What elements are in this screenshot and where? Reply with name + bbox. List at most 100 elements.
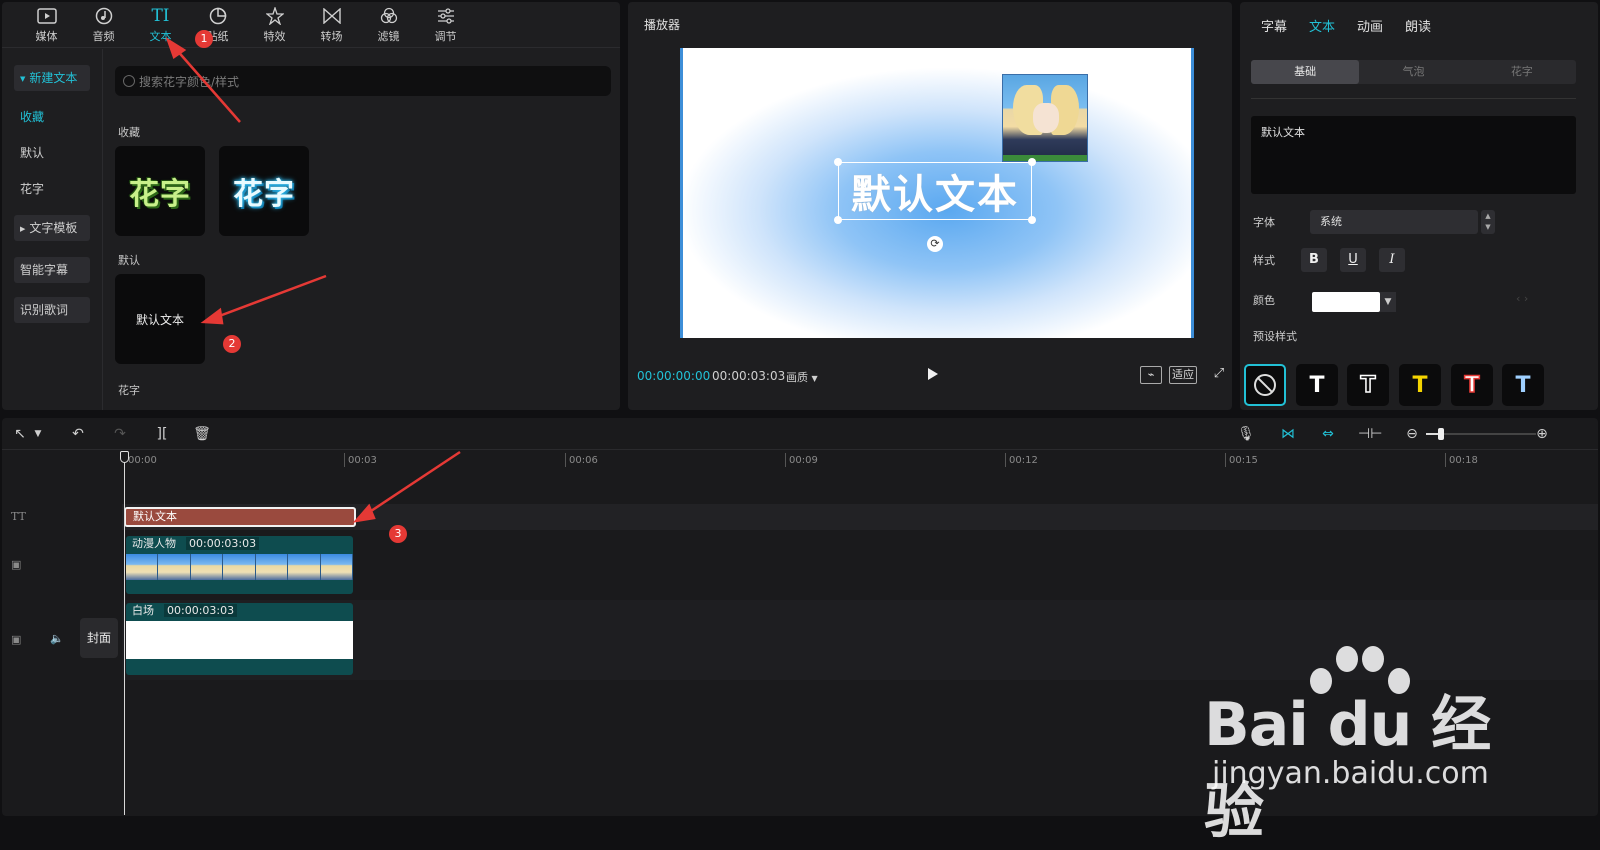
filter-icon	[378, 6, 400, 26]
bold-button[interactable]: B	[1301, 248, 1327, 272]
preset-none[interactable]	[1244, 364, 1286, 406]
tab-text-props[interactable]: 文本	[1298, 2, 1346, 46]
resize-handle[interactable]	[1028, 158, 1036, 166]
zoom-out-icon[interactable]: ⊖	[1402, 424, 1422, 444]
resize-handle[interactable]	[834, 158, 842, 166]
cursor-icon[interactable]: ↖	[10, 424, 30, 444]
font-stepper[interactable]: ▲ ▼	[1481, 210, 1495, 234]
sidebar-item-lyrics[interactable]: 识别歌词	[14, 297, 90, 323]
zoom-slider-handle[interactable]	[1438, 428, 1444, 440]
preview-canvas[interactable]: 默认文本 ⟳	[680, 48, 1194, 338]
nav-arrows-icon: ‹ ›	[1516, 292, 1529, 305]
time-ruler[interactable]: 00:00 00:03 00:06 00:09 00:12 00:15 00:1…	[2, 451, 1598, 471]
zoom-slider[interactable]	[1426, 428, 1536, 440]
sidebar-item-default[interactable]: 默认	[14, 140, 90, 166]
chevron-down-icon[interactable]: ▼	[32, 424, 44, 444]
section-title-favorites: 收藏	[118, 126, 140, 139]
chevron-down-icon[interactable]: ▼	[1380, 292, 1396, 312]
section-title-fancy: 花字	[118, 384, 140, 397]
fit-button[interactable]: 适应	[1169, 366, 1197, 384]
magnet-icon[interactable]: ⋈	[1278, 424, 1298, 444]
italic-button[interactable]: I	[1379, 248, 1405, 272]
tab-read-aloud[interactable]: 朗读	[1394, 2, 1442, 46]
fancy-text-item[interactable]: 花字	[219, 146, 309, 236]
underline-button[interactable]: U	[1340, 248, 1366, 272]
fullscreen-icon[interactable]: ⤢	[1211, 366, 1227, 384]
tick-line	[565, 453, 566, 467]
microphone-icon[interactable]: 🎙	[1236, 424, 1256, 444]
sidebar-item-favorites[interactable]: 收藏	[14, 104, 90, 130]
link-icon[interactable]: ⇔	[1318, 424, 1338, 444]
preset-yellow[interactable]: T	[1399, 364, 1441, 406]
tab-effects[interactable]: 特效	[246, 2, 303, 48]
volume-icon[interactable]: 🔈	[50, 632, 64, 645]
tab-filter[interactable]: 滤镜	[360, 2, 417, 48]
video-clip[interactable]: 动漫人物 00:00:03:03	[126, 536, 353, 594]
split-icon[interactable]: ][	[152, 424, 172, 444]
preset-blue[interactable]: T	[1502, 364, 1544, 406]
transition-icon	[321, 6, 343, 26]
clip-duration: 00:00:03:03	[186, 537, 260, 550]
watermark-url: jingyan.baidu.com	[1212, 756, 1489, 791]
play-icon[interactable]	[928, 368, 938, 380]
sidebar-item-smart-captions[interactable]: 智能字幕	[14, 257, 90, 283]
redo-icon[interactable]: ↷	[110, 424, 130, 444]
divider	[1251, 98, 1576, 99]
segment-fancy[interactable]: 花字	[1468, 60, 1576, 84]
sidebar-item-templates[interactable]: ▶ 文字模板	[14, 215, 90, 241]
zoom-in-icon[interactable]: ⊕	[1532, 424, 1552, 444]
text-clip[interactable]: 默认文本	[124, 507, 356, 527]
font-select[interactable]: 系统	[1310, 210, 1478, 234]
resize-handle[interactable]	[834, 216, 842, 224]
segment-bubble[interactable]: 气泡	[1359, 60, 1467, 84]
tab-transition[interactable]: 转场	[303, 2, 360, 48]
text-content-input[interactable]: 默认文本	[1251, 116, 1576, 194]
face-shape	[1033, 103, 1059, 133]
tick-line	[1445, 453, 1446, 467]
film-frame	[223, 554, 256, 580]
tab-text[interactable]: TI 文本	[132, 2, 189, 48]
quality-dropdown[interactable]: 画质 ▼	[786, 369, 818, 385]
baidu-watermark: Bai du 经验 jingyan.baidu.com	[1200, 632, 1500, 847]
sidebar-item-new-text[interactable]: ▼ 新建文本	[14, 65, 90, 91]
preset-white[interactable]: T	[1296, 364, 1338, 406]
clip-name: 白场	[132, 604, 154, 617]
canvas-text-box[interactable]: 默认文本	[838, 162, 1032, 220]
default-text-item[interactable]: 默认文本	[115, 274, 205, 364]
clip-duration: 00:00:03:03	[164, 604, 238, 617]
tab-subtitle[interactable]: 字幕	[1250, 2, 1298, 46]
tab-adjust[interactable]: 调节	[417, 2, 474, 48]
video-track-icon: ▣	[11, 558, 22, 571]
media-icon	[36, 6, 58, 26]
playhead-handle[interactable]	[120, 451, 129, 463]
tick-label: 00:00	[128, 455, 157, 466]
playhead[interactable]	[124, 451, 125, 815]
preset-label: 预设样式	[1253, 330, 1297, 343]
segment-basic[interactable]: 基础	[1251, 60, 1360, 84]
snap-icon[interactable]: ⊣⊢	[1358, 424, 1382, 444]
sidebar-item-fancy[interactable]: 花字	[14, 176, 90, 202]
tab-animation[interactable]: 动画	[1346, 2, 1394, 46]
preset-red-outline[interactable]: T	[1451, 364, 1493, 406]
white-clip[interactable]: 白场 00:00:03:03	[126, 603, 353, 675]
annotation-badge: 2	[223, 335, 241, 353]
tab-media[interactable]: 媒体	[18, 2, 75, 48]
collapse-triangle-icon: ▶	[20, 224, 26, 233]
delete-icon[interactable]: 🗑	[192, 424, 212, 444]
fancy-text-item[interactable]: 花字	[115, 146, 205, 236]
effects-icon	[264, 6, 286, 26]
cover-button[interactable]: 封面	[80, 618, 118, 658]
resize-handle[interactable]	[1028, 216, 1036, 224]
undo-icon[interactable]: ↶	[68, 424, 88, 444]
preset-outline[interactable]: T	[1347, 364, 1389, 406]
current-timecode: 00:00:00:00	[637, 369, 711, 383]
tick-line	[1005, 453, 1006, 467]
waveform-icon[interactable]: ⌁	[1140, 366, 1162, 384]
tab-label: 转场	[320, 30, 343, 43]
color-swatch[interactable]	[1312, 292, 1380, 312]
tab-audio[interactable]: 音频	[75, 2, 132, 48]
annotation-badge: 3	[389, 525, 407, 543]
rotate-icon[interactable]: ⟳	[927, 236, 943, 252]
anime-character-image[interactable]	[1002, 74, 1088, 162]
search-input[interactable]: 搜索花字颜色/样式	[115, 66, 611, 96]
